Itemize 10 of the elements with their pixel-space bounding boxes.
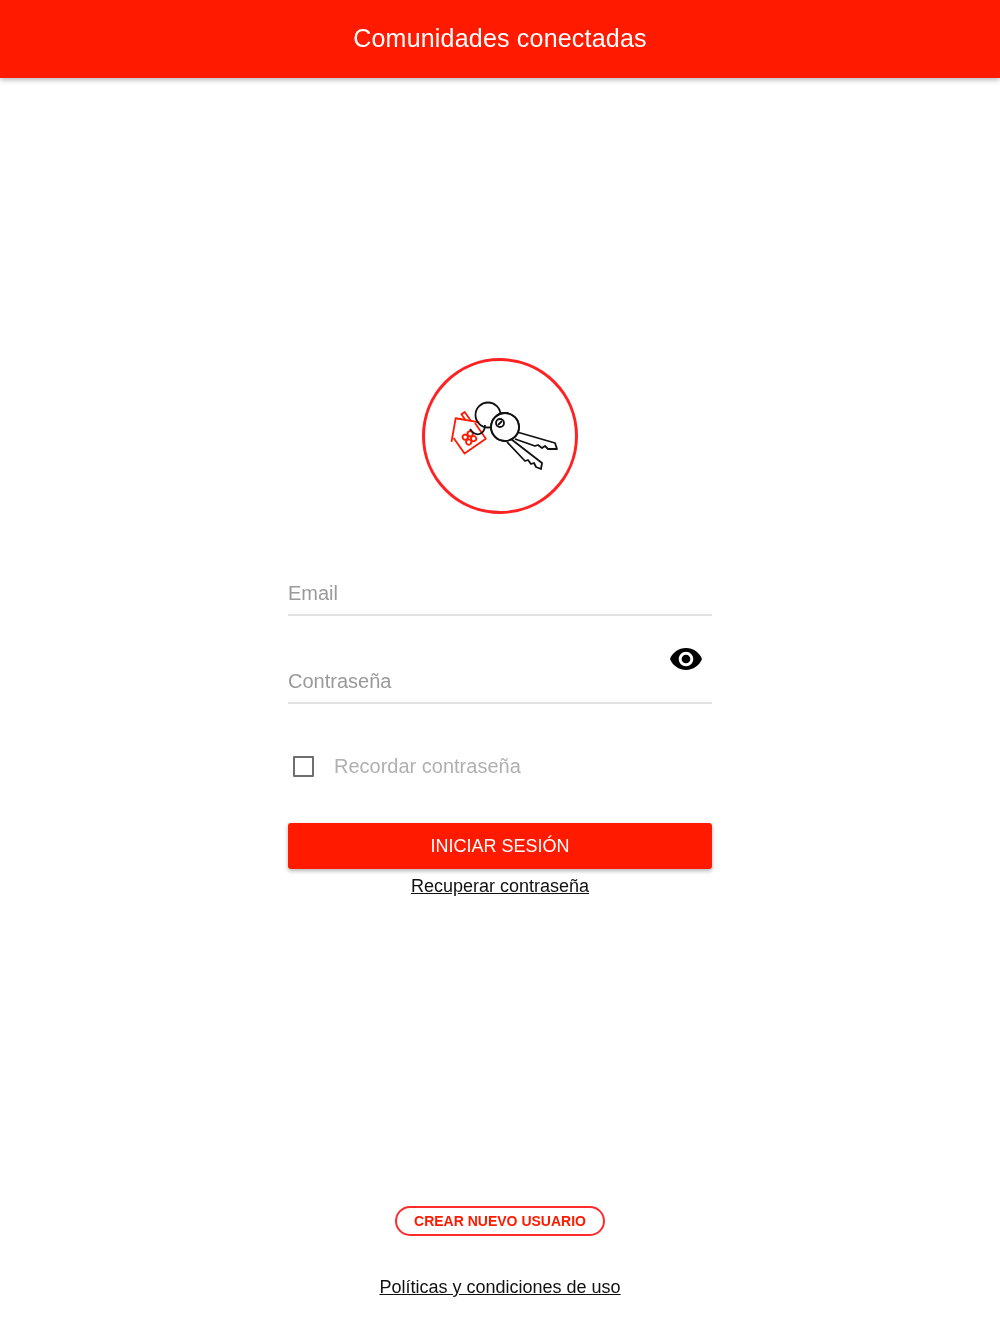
login-button[interactable]: INICIAR SESIÓN [288,823,712,869]
create-user-button[interactable]: CREAR NUEVO USUARIO [395,1206,605,1236]
recover-password-link[interactable]: Recuperar contraseña [410,875,590,897]
eye-icon[interactable] [670,648,702,670]
remember-password-label: Recordar contraseña [334,756,521,776]
house-keys-logo-icon [421,357,579,515]
email-field[interactable]: Email [288,572,712,616]
app-title: Comunidades conectadas [353,23,647,55]
remember-checkbox[interactable] [293,755,314,777]
policies-link[interactable]: Políticas y condiciones de uso [379,1276,621,1298]
